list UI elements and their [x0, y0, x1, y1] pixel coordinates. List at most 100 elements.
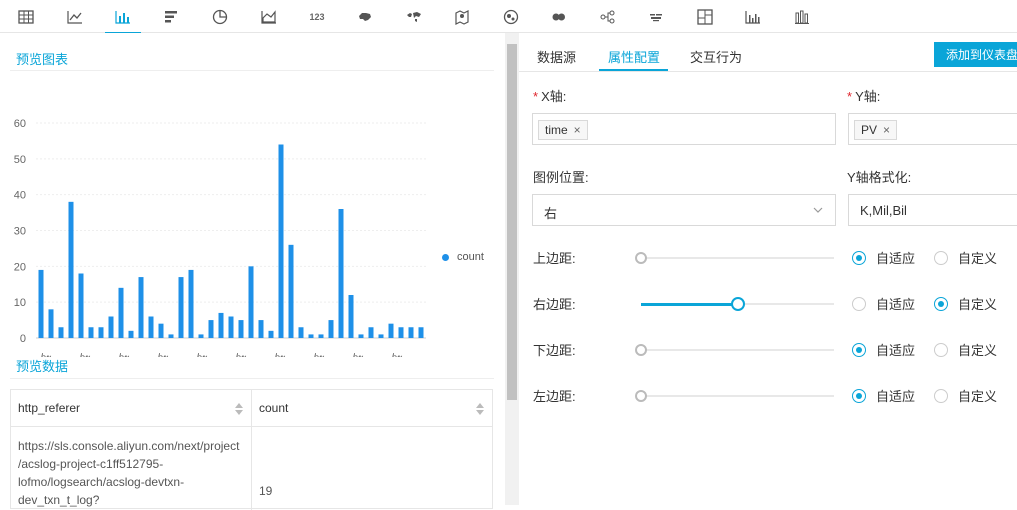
number-icon[interactable]: 123	[299, 0, 335, 33]
tab-data-source[interactable]: 数据源	[537, 47, 576, 66]
scatter-map-icon[interactable]	[541, 0, 577, 33]
x-axis-tag: time ×	[538, 120, 588, 140]
legend-position-label: 图例位置:	[533, 170, 589, 185]
word-cloud-icon[interactable]	[638, 0, 674, 33]
preview-data-title: 预览数据	[16, 359, 69, 374]
y-tick-label: 0	[20, 333, 26, 345]
slider-handle[interactable]	[635, 344, 647, 356]
referer-line: /acslog-project-c1ff512795-	[18, 457, 164, 471]
sort-icon[interactable]	[235, 403, 243, 415]
slider-handle[interactable]	[635, 390, 647, 402]
line-chart-icon[interactable]	[57, 0, 93, 33]
stacked-bar-icon[interactable]	[784, 0, 820, 33]
y-axis-label-text: Y轴:	[855, 89, 881, 104]
bar	[328, 320, 334, 338]
column-header-label: count	[259, 401, 289, 415]
bar-chart-icon[interactable]	[105, 0, 141, 34]
y-tick-label: 30	[14, 226, 26, 238]
column-chart-icon[interactable]	[735, 0, 771, 33]
bar	[88, 327, 94, 338]
slider-handle[interactable]	[635, 252, 647, 264]
referer-line: lofmo/logsearch/acslog-devtxn-	[18, 475, 185, 489]
tag-close-icon[interactable]: ×	[574, 123, 581, 137]
bar	[258, 320, 264, 338]
radio-auto[interactable]	[852, 389, 866, 403]
column-divider	[251, 427, 252, 510]
margin-slider[interactable]	[641, 395, 834, 397]
column-header-count[interactable]: count	[252, 390, 492, 427]
flow-chart-icon[interactable]	[493, 0, 529, 33]
chart-legend[interactable]: count	[442, 251, 484, 263]
radio-auto[interactable]	[852, 251, 866, 265]
tab-properties[interactable]: 属性配置	[608, 47, 660, 66]
bar	[318, 334, 324, 338]
radio-custom[interactable]	[934, 297, 948, 311]
world-map-icon[interactable]	[396, 0, 432, 33]
treemap-icon[interactable]	[687, 0, 723, 33]
slider-handle[interactable]	[730, 297, 745, 311]
add-to-dashboard-button[interactable]: 添加到仪表盘	[934, 42, 1017, 67]
y-tick-label: 20	[14, 261, 26, 273]
sort-icon[interactable]	[476, 403, 484, 415]
bar	[118, 287, 124, 338]
bar	[98, 327, 104, 338]
bar	[158, 323, 164, 338]
table-icon[interactable]	[8, 0, 44, 33]
map-pin-icon[interactable]	[444, 0, 480, 33]
slider-fill	[641, 302, 738, 306]
radio-custom-label: 自定义	[958, 251, 998, 266]
bar	[388, 323, 394, 338]
tree-icon[interactable]	[590, 0, 626, 33]
tag-close-icon[interactable]: ×	[883, 123, 890, 137]
bar	[68, 201, 74, 338]
bar-chart: 0102030405060https...t884fhttps..duct=..…	[0, 77, 505, 381]
radio-auto[interactable]	[852, 297, 866, 311]
margin-slider[interactable]	[641, 257, 834, 259]
bar	[58, 327, 64, 338]
preview-panel: 预览图表 0102030405060https...t884fhttps..du…	[0, 33, 505, 510]
config-tabs: 数据源 属性配置 交互行为 添加到仪表盘	[519, 33, 1017, 72]
margin-label: 上边距:	[533, 251, 576, 266]
bar	[218, 312, 224, 338]
column-header-http-referer[interactable]: http_referer	[11, 390, 252, 427]
bar	[298, 327, 304, 338]
radio-auto[interactable]	[852, 343, 866, 357]
tab-interaction[interactable]: 交互行为	[690, 47, 742, 66]
required-mark: *	[533, 89, 539, 104]
active-tab-indicator	[599, 69, 668, 71]
preview-data-table: http_referer count https://sls.console.a…	[10, 389, 493, 510]
bar	[228, 316, 234, 338]
config-panel: 数据源 属性配置 交互行为 添加到仪表盘 * X轴: time × * Y轴: PV ×…	[519, 33, 1017, 505]
bar	[78, 273, 84, 338]
legend-position-value: 右	[544, 206, 558, 221]
bar	[48, 309, 54, 338]
y-axis-select[interactable]: PV ×	[848, 113, 1017, 145]
china-map-icon[interactable]	[347, 0, 383, 33]
y-tick-label: 50	[14, 154, 26, 166]
bar	[358, 334, 364, 338]
scrollbar-thumb[interactable]	[507, 44, 517, 400]
bar	[368, 327, 374, 338]
y-format-label: Y轴格式化:	[847, 170, 912, 185]
chevron-down-icon	[813, 207, 823, 213]
bar	[208, 320, 214, 338]
y-format-select[interactable]: K,Mil,Bil	[848, 194, 1017, 226]
x-axis-select[interactable]: time ×	[532, 113, 836, 145]
chart-type-toolbar: 123	[0, 0, 1017, 34]
divider	[10, 70, 494, 71]
legend-position-select[interactable]: 右	[532, 194, 836, 226]
divider	[10, 378, 494, 379]
margin-slider[interactable]	[641, 349, 834, 351]
referer-line: dev_txn_t_log?	[18, 493, 100, 507]
area-chart-icon[interactable]	[251, 0, 287, 33]
horizontal-bar-icon[interactable]	[153, 0, 189, 33]
pie-chart-icon[interactable]	[202, 0, 238, 33]
table-cell-count: 19	[259, 484, 273, 498]
radio-custom[interactable]	[934, 343, 948, 357]
bar	[238, 320, 244, 338]
radio-custom[interactable]	[934, 389, 948, 403]
radio-custom-label: 自定义	[958, 389, 998, 404]
legend-marker	[442, 253, 449, 261]
radio-custom[interactable]	[934, 251, 948, 265]
bar	[198, 334, 204, 338]
